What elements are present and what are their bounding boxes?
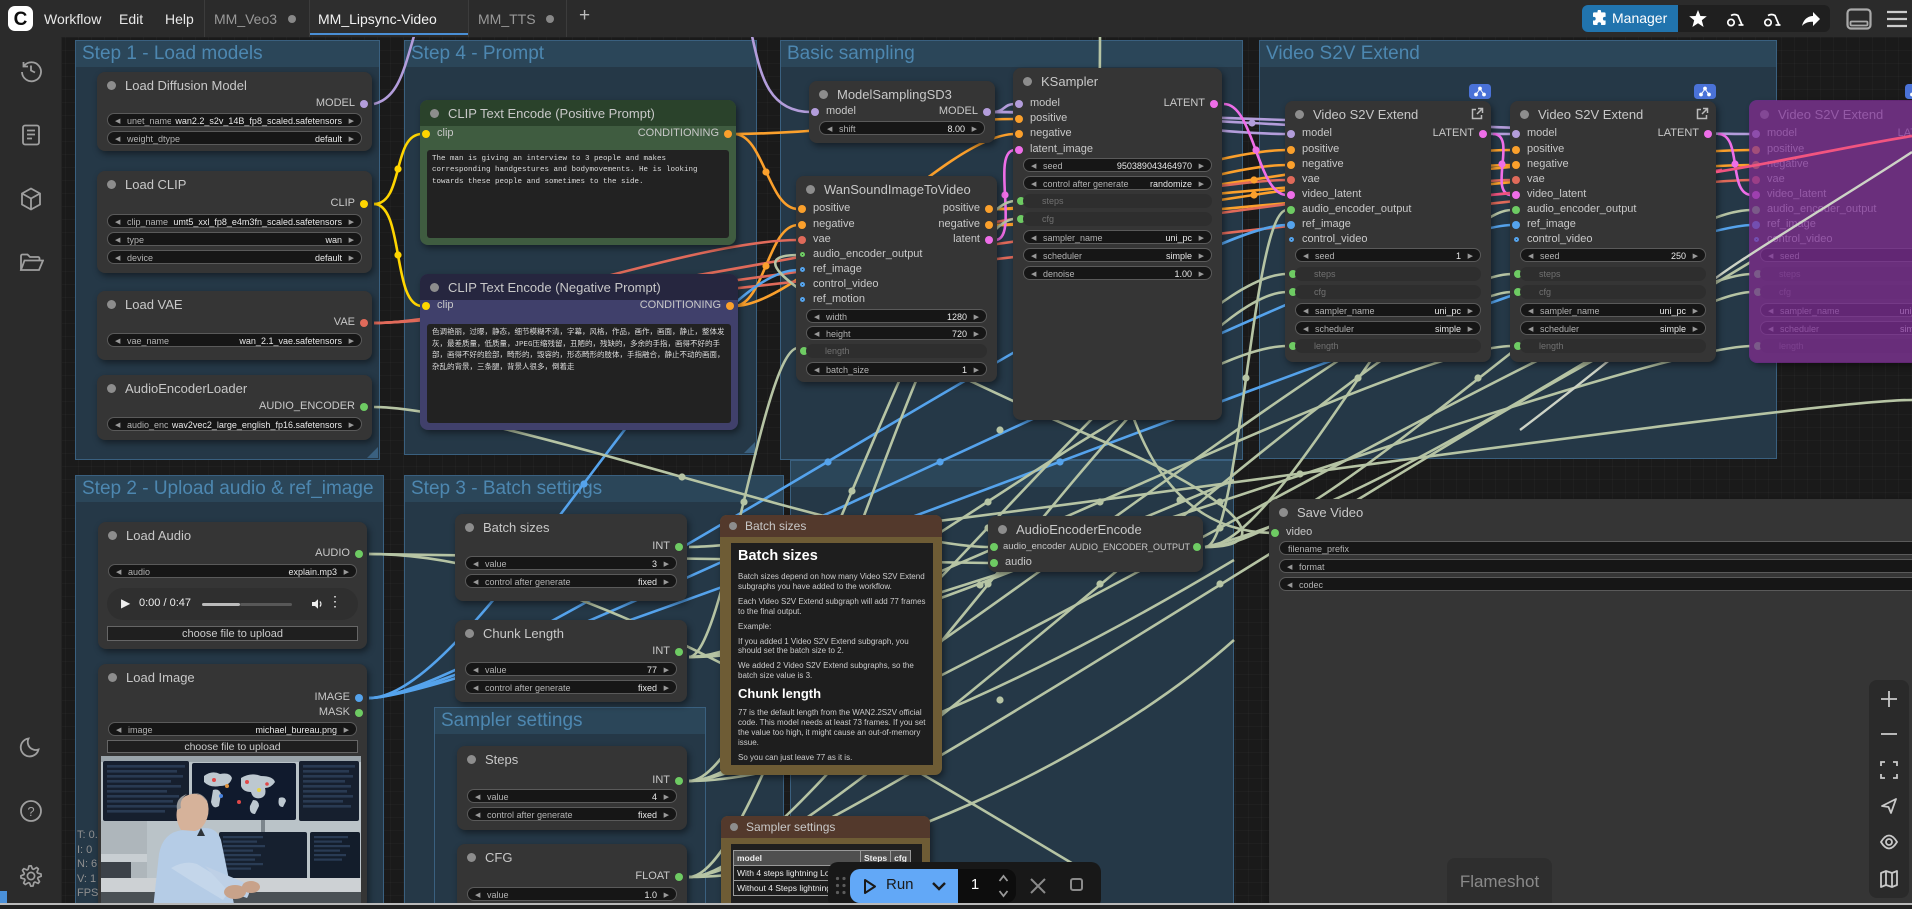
svg-text:C: C	[14, 9, 28, 30]
svg-text:?: ?	[27, 804, 34, 819]
